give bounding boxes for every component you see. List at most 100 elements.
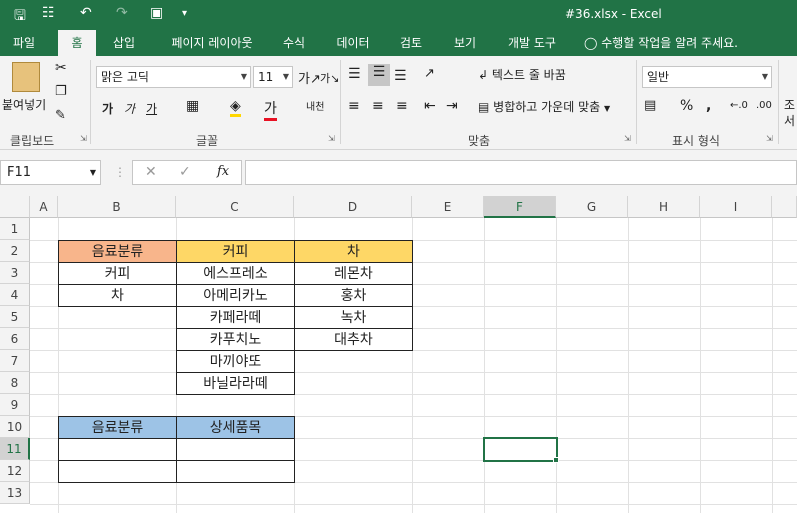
number-format-select[interactable]: 일반 ▼ <box>642 66 772 88</box>
row-header-8[interactable]: 8 <box>0 372 30 394</box>
table2-cell[interactable] <box>58 438 177 461</box>
customize-qat-icon[interactable]: ▾ <box>182 8 187 19</box>
table2-header-detail[interactable]: 상세품목 <box>176 416 295 439</box>
table1-category-cell[interactable]: 커피 <box>58 262 177 285</box>
table2-cell[interactable] <box>176 438 295 461</box>
table1-coffee-cell[interactable]: 마끼야또 <box>176 350 295 373</box>
row-header-3[interactable]: 3 <box>0 262 30 284</box>
table1-coffee-cell[interactable]: 카푸치노 <box>176 328 295 351</box>
column-header-g[interactable]: G <box>556 196 628 218</box>
column-header-e[interactable]: E <box>412 196 484 218</box>
increase-indent-icon[interactable]: ⇥ <box>446 98 458 114</box>
row-header-2[interactable]: 2 <box>0 240 30 262</box>
row-header-13[interactable]: 13 <box>0 482 30 504</box>
table1-tea-cell[interactable]: 대추차 <box>294 328 413 351</box>
column-header-b[interactable]: B <box>58 196 176 218</box>
tab-developer[interactable]: 개발 도구 <box>498 30 566 56</box>
form-icon[interactable]: ☷ <box>42 5 55 21</box>
row-header-12[interactable]: 12 <box>0 460 30 482</box>
percent-button[interactable]: % <box>680 98 693 114</box>
tab-file[interactable]: 파일 <box>2 30 46 56</box>
font-name-select[interactable]: 맑은 고딕 ▼ <box>96 66 251 88</box>
table1-header-category[interactable]: 음료분류 <box>58 240 177 263</box>
conditional-format-button[interactable]: 조 <box>784 96 795 113</box>
table1-coffee-cell[interactable]: 바닐라라떼 <box>176 372 295 395</box>
column-header-c[interactable]: C <box>176 196 294 218</box>
redo-icon[interactable]: ↷ <box>116 5 128 21</box>
name-box[interactable]: F11 ▼ <box>0 160 101 185</box>
tab-view[interactable]: 보기 <box>444 30 486 56</box>
table1-tea-cell[interactable]: 홍차 <box>294 284 413 307</box>
tell-me[interactable]: ◯ 수행할 작업을 알려 주세요. <box>584 30 754 56</box>
insert-function-icon[interactable]: fx <box>217 164 229 179</box>
cancel-icon[interactable]: ✕ <box>145 164 157 180</box>
tab-insert[interactable]: 삽입 <box>104 30 144 56</box>
tab-review[interactable]: 검토 <box>390 30 432 56</box>
tab-page-layout[interactable]: 페이지 레이아웃 <box>156 30 268 56</box>
table2-cell[interactable] <box>176 460 295 483</box>
enter-icon[interactable]: ✓ <box>179 164 191 180</box>
table1-coffee-cell[interactable]: 에스프레소 <box>176 262 295 285</box>
row-header-7[interactable]: 7 <box>0 350 30 372</box>
column-header-d[interactable]: D <box>294 196 412 218</box>
accounting-format-icon[interactable]: ▤ <box>644 98 656 113</box>
number-launcher-icon[interactable]: ⇲ <box>766 134 773 143</box>
table1-header-coffee[interactable]: 커피 <box>176 240 295 263</box>
copy-icon[interactable]: ❐ <box>55 84 67 99</box>
tab-formulas[interactable]: 수식 <box>274 30 314 56</box>
phonetic-icon[interactable]: 내천 <box>306 98 324 113</box>
table1-tea-cell[interactable]: 레몬차 <box>294 262 413 285</box>
alignment-launcher-icon[interactable]: ⇲ <box>624 134 631 143</box>
cut-icon[interactable]: ✂ <box>55 60 67 76</box>
merge-center-button[interactable]: ▤ 병합하고 가운데 맞춤 ▼ <box>478 98 610 115</box>
clipboard-launcher-icon[interactable]: ⇲ <box>80 134 87 143</box>
fill-color-icon[interactable]: ◈ <box>230 98 241 117</box>
row-header-1[interactable]: 1 <box>0 218 30 240</box>
selected-cell-f11[interactable] <box>483 437 558 462</box>
align-bottom-icon[interactable]: ☰ <box>394 68 407 84</box>
table1-coffee-cell[interactable]: 아메리카노 <box>176 284 295 307</box>
decrease-indent-icon[interactable]: ⇤ <box>424 98 436 114</box>
table1-tea-cell[interactable]: 녹차 <box>294 306 413 329</box>
table2-cell[interactable] <box>58 460 177 483</box>
paste-icon[interactable] <box>12 62 40 92</box>
align-right-icon[interactable]: ≡ <box>396 98 408 114</box>
increase-font-icon[interactable]: 가↗ <box>298 68 321 87</box>
tab-home[interactable]: 홈 <box>58 30 96 56</box>
border-icon[interactable]: ▦ <box>186 98 199 114</box>
select-all-corner[interactable] <box>0 196 30 218</box>
save-icon[interactable]: 🖫 <box>14 5 26 29</box>
row-header-9[interactable]: 9 <box>0 394 30 416</box>
row-header-5[interactable]: 5 <box>0 306 30 328</box>
conditional-format-button-line2[interactable]: 서 <box>784 112 795 129</box>
italic-icon[interactable]: 가 <box>124 100 135 117</box>
font-launcher-icon[interactable]: ⇲ <box>328 134 335 143</box>
table1-header-tea[interactable]: 차 <box>294 240 413 263</box>
increase-decimal-icon[interactable]: ←.0 <box>730 100 748 111</box>
undo-icon[interactable]: ↶ <box>80 5 92 21</box>
align-left-icon[interactable]: ≡ <box>348 98 360 114</box>
column-header-partial[interactable] <box>772 196 797 218</box>
orientation-icon[interactable]: ↗ <box>424 66 435 81</box>
formula-input[interactable] <box>245 160 797 185</box>
align-top-icon[interactable]: ☰ <box>348 66 361 82</box>
font-size-select[interactable]: 11 ▼ <box>253 66 293 88</box>
wrap-text-button[interactable]: ↲ 텍스트 줄 바꿈 <box>478 66 566 83</box>
column-header-f[interactable]: F <box>484 196 556 218</box>
row-header-10[interactable]: 10 <box>0 416 30 438</box>
column-header-i[interactable]: I <box>700 196 772 218</box>
fill-handle[interactable] <box>553 457 559 463</box>
font-color-icon[interactable]: 가 <box>264 98 277 121</box>
underline-icon[interactable]: 가 <box>146 100 157 117</box>
column-header-h[interactable]: H <box>628 196 700 218</box>
comma-button[interactable]: , <box>706 98 711 114</box>
decrease-font-icon[interactable]: 가↘ <box>320 70 339 86</box>
align-middle-icon[interactable]: ☰ <box>368 64 390 86</box>
align-center-icon[interactable]: ≡ <box>372 98 384 114</box>
table1-coffee-cell[interactable]: 카페라떼 <box>176 306 295 329</box>
table2-header-category[interactable]: 음료분류 <box>58 416 177 439</box>
row-header-6[interactable]: 6 <box>0 328 30 350</box>
format-painter-icon[interactable]: ✎ <box>55 108 66 123</box>
tab-data[interactable]: 데이터 <box>328 30 378 56</box>
decrease-decimal-icon[interactable]: .00 <box>756 100 772 111</box>
